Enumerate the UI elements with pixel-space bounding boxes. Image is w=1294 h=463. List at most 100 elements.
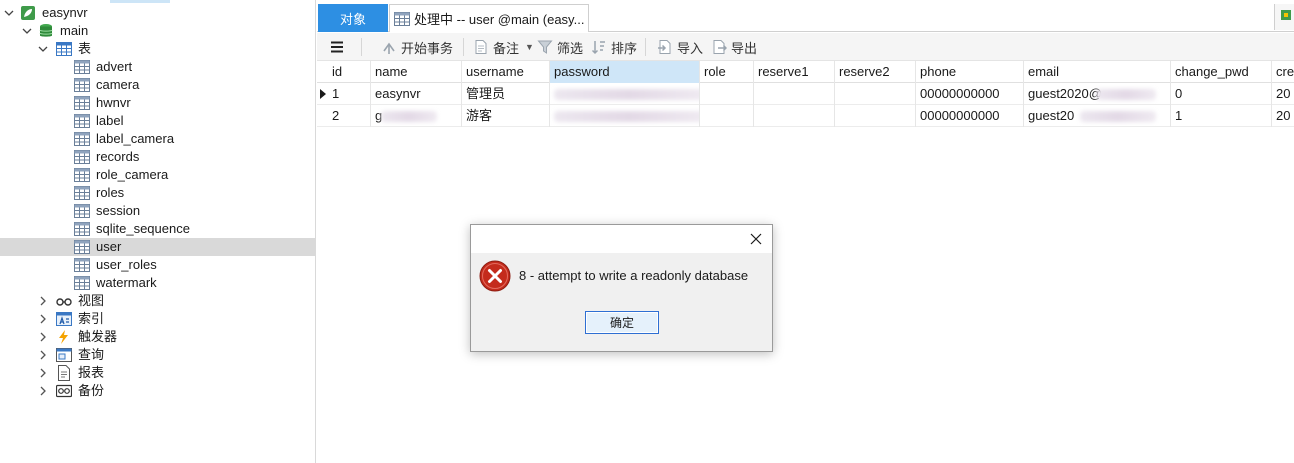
chevron-right-icon[interactable] bbox=[38, 350, 48, 360]
tree-table-label[interactable]: label bbox=[0, 112, 315, 130]
cell-id[interactable]: 1 bbox=[328, 83, 371, 105]
note-button[interactable]: 备注 ▼ bbox=[473, 38, 534, 56]
tree-node-database[interactable]: main bbox=[0, 22, 315, 40]
sort-button[interactable]: 排序 bbox=[591, 38, 637, 56]
tree-table-label-camera[interactable]: label_camera bbox=[0, 130, 315, 148]
cell-password[interactable] bbox=[550, 105, 700, 127]
cell-email[interactable]: guest20 bbox=[1024, 105, 1171, 127]
tree-table-sqlite-sequence[interactable]: sqlite_sequence bbox=[0, 220, 315, 238]
tree-node-backups[interactable]: 备份 bbox=[0, 382, 315, 400]
cell-phone[interactable]: 00000000000 bbox=[916, 105, 1024, 127]
tree-label-tables: 表 bbox=[78, 41, 92, 56]
table-icon bbox=[74, 185, 90, 201]
cell-role[interactable] bbox=[700, 105, 754, 127]
column-header-change-pwd[interactable]: change_pwd bbox=[1171, 61, 1272, 83]
table-icon bbox=[74, 131, 90, 147]
cell-phone[interactable]: 00000000000 bbox=[916, 83, 1024, 105]
chevron-right-icon[interactable] bbox=[38, 314, 48, 324]
tab-query[interactable]: 处理中 -- user @main (easy... bbox=[389, 4, 589, 32]
tree-node-tables[interactable]: 表 bbox=[0, 40, 315, 58]
tree-table-camera[interactable]: camera bbox=[0, 76, 315, 94]
cell-reserve1[interactable] bbox=[754, 83, 835, 105]
tree-node-connection[interactable]: easynvr bbox=[0, 4, 315, 22]
tree-table-watermark[interactable]: watermark bbox=[0, 274, 315, 292]
import-button[interactable]: 导入 bbox=[657, 38, 703, 56]
chevron-down-icon[interactable] bbox=[22, 26, 32, 36]
table-row[interactable]: 2 g 游客 00000000000 guest20 1 20 bbox=[317, 105, 1294, 127]
export-icon bbox=[711, 39, 728, 55]
filter-button[interactable]: 筛选 bbox=[537, 38, 583, 56]
tree-node-reports[interactable]: 报表 bbox=[0, 364, 315, 382]
column-header-email[interactable]: email bbox=[1024, 61, 1171, 83]
export-button[interactable]: 导出 bbox=[711, 38, 757, 56]
cell-cre[interactable]: 20 bbox=[1272, 83, 1294, 105]
tree-table-records[interactable]: records bbox=[0, 148, 315, 166]
tree-label-queries: 查询 bbox=[78, 347, 105, 362]
tree-node-triggers[interactable]: 触发器 bbox=[0, 328, 315, 346]
tree-table-hwnvr[interactable]: hwnvr bbox=[0, 94, 315, 112]
tree-table-label: user_roles bbox=[96, 257, 157, 272]
menu-icon[interactable] bbox=[329, 38, 345, 56]
column-header-reserve1[interactable]: reserve1 bbox=[754, 61, 835, 83]
cell-role[interactable] bbox=[700, 83, 754, 105]
object-tree[interactable]: easynvr main 表 advert camera hwnvr label bbox=[0, 0, 316, 463]
cell-cre[interactable]: 20 bbox=[1272, 105, 1294, 127]
tab-objects[interactable]: 对象 bbox=[318, 4, 388, 32]
chevron-right-icon[interactable] bbox=[38, 368, 48, 378]
tree-label-indexes: 索引 bbox=[78, 311, 105, 326]
tree-table-label: user bbox=[96, 239, 122, 254]
cell-username[interactable]: 管理员 bbox=[462, 83, 550, 105]
cell-password[interactable] bbox=[550, 83, 700, 105]
cell-reserve2[interactable] bbox=[835, 105, 916, 127]
chevron-right-icon[interactable] bbox=[38, 386, 48, 396]
column-header-cre[interactable]: cre bbox=[1272, 61, 1294, 83]
data-grid[interactable]: id name username password role reserve1 … bbox=[317, 61, 1294, 463]
tree-table-role-camera[interactable]: role_camera bbox=[0, 166, 315, 184]
new-connection-icon[interactable] bbox=[1274, 4, 1294, 30]
dialog-titlebar[interactable] bbox=[471, 225, 772, 253]
tree-table-label: records bbox=[96, 149, 140, 164]
toolbar: 开始事务 备注 ▼ 筛选 排序 导入 导出 bbox=[317, 33, 1294, 61]
cell-username[interactable]: 游客 bbox=[462, 105, 550, 127]
tree-table-roles[interactable]: roles bbox=[0, 184, 315, 202]
chevron-right-icon[interactable] bbox=[38, 332, 48, 342]
query-icon bbox=[56, 347, 72, 363]
chevron-down-icon[interactable] bbox=[38, 44, 48, 54]
tree-label-backups: 备份 bbox=[78, 383, 105, 398]
chevron-right-icon[interactable] bbox=[38, 296, 48, 306]
tree-node-queries[interactable]: 查询 bbox=[0, 346, 315, 364]
cell-change-pwd[interactable]: 0 bbox=[1171, 83, 1272, 105]
cell-email[interactable]: guest2020@ bbox=[1024, 83, 1171, 105]
tree-node-views[interactable]: 视图 bbox=[0, 292, 315, 310]
tab-query-label: 处理中 -- user @main (easy... bbox=[414, 12, 585, 27]
column-header-reserve2[interactable]: reserve2 bbox=[835, 61, 916, 83]
column-header-username[interactable]: username bbox=[462, 61, 550, 83]
column-header-id[interactable]: id bbox=[328, 61, 371, 83]
ok-button[interactable]: 确定 bbox=[585, 311, 659, 334]
cell-name[interactable]: g bbox=[371, 105, 462, 127]
dropdown-arrow-icon[interactable]: ▼ bbox=[525, 42, 534, 52]
close-icon[interactable] bbox=[746, 229, 766, 249]
chevron-down-icon[interactable] bbox=[4, 8, 14, 18]
column-header-name[interactable]: name bbox=[371, 61, 462, 83]
begin-transaction-button[interactable]: 开始事务 bbox=[381, 38, 453, 56]
toolbar-divider bbox=[645, 38, 646, 56]
column-header-phone[interactable]: phone bbox=[916, 61, 1024, 83]
column-header-password[interactable]: password bbox=[550, 61, 700, 83]
column-header-role[interactable]: role bbox=[700, 61, 754, 83]
cell-reserve1[interactable] bbox=[754, 105, 835, 127]
tree-table-session[interactable]: session bbox=[0, 202, 315, 220]
cell-name[interactable]: easynvr bbox=[371, 83, 462, 105]
tree-label-triggers: 触发器 bbox=[78, 329, 118, 344]
cell-change-pwd[interactable]: 1 bbox=[1171, 105, 1272, 127]
table-row[interactable]: 1 easynvr 管理员 00000000000 guest2020@ 0 2… bbox=[317, 83, 1294, 105]
editor-area: 对象 处理中 -- user @main (easy... 开始事务 备注 ▼ bbox=[317, 0, 1294, 463]
cell-reserve2[interactable] bbox=[835, 83, 916, 105]
tree-table-advert[interactable]: advert bbox=[0, 58, 315, 76]
cell-id[interactable]: 2 bbox=[328, 105, 371, 127]
tree-node-indexes[interactable]: 索引 bbox=[0, 310, 315, 328]
redacted-value bbox=[381, 111, 437, 122]
tree-table-user[interactable]: user bbox=[0, 238, 315, 256]
tree-table-user-roles[interactable]: user_roles bbox=[0, 256, 315, 274]
table-icon bbox=[74, 275, 90, 291]
